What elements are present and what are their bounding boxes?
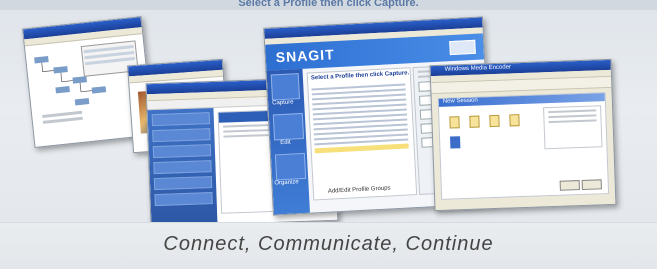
sidebar-item[interactable]	[152, 128, 211, 143]
document-icon[interactable]	[449, 116, 460, 129]
text-line	[548, 119, 597, 124]
capture-nav-icon[interactable]	[270, 73, 301, 101]
ok-button[interactable]	[559, 180, 580, 191]
selected-profile-row[interactable]	[314, 143, 409, 154]
dialog-header: New Session	[438, 93, 605, 107]
edit-profiles-button[interactable]: Add/Edit Profile Groups	[328, 185, 391, 194]
snagit-logo: SNAGIT	[275, 46, 336, 66]
sidebar-item[interactable]	[151, 112, 211, 127]
tagline: Connect, Communicate, Continue	[163, 233, 494, 255]
document-icon[interactable]	[509, 114, 520, 127]
document-icon[interactable]	[469, 115, 480, 128]
side-item-label: Organize	[274, 179, 299, 187]
text-line	[548, 109, 597, 114]
sidebar-item[interactable]	[153, 160, 212, 175]
sidebar-item[interactable]	[153, 176, 213, 191]
share-button[interactable]	[449, 39, 476, 56]
marketing-banner: Select a Profile then click Capture. SNA…	[0, 0, 657, 269]
sidebar-item[interactable]	[154, 192, 213, 207]
description-box	[543, 105, 603, 150]
edit-nav-icon[interactable]	[272, 112, 305, 141]
dialog-title: New Session	[442, 97, 478, 105]
side-item-label: Edit	[280, 139, 291, 147]
profile-list-header: Select a Profile then click Capture.	[310, 70, 410, 82]
top-caption: Select a Profile then click Capture.	[238, 0, 419, 9]
nav-sidebar	[147, 107, 218, 227]
text-line	[548, 114, 597, 119]
screenshot-media-encoder: Windows Media Encoder New Session	[429, 58, 617, 212]
computer-icon[interactable]	[450, 136, 461, 149]
organize-nav-icon[interactable]	[274, 152, 307, 181]
new-session-dialog: New Session	[437, 92, 610, 200]
cancel-button[interactable]	[581, 179, 602, 190]
profile-list: Select a Profile then click Capture. Add…	[306, 67, 418, 201]
top-strip: Select a Profile then click Capture.	[0, 0, 657, 10]
side-item-label: Capture	[272, 99, 294, 107]
sidebar-item[interactable]	[152, 144, 212, 159]
snagit-sidebar: Capture Edit Organize	[266, 68, 310, 215]
document-icon[interactable]	[489, 114, 500, 128]
